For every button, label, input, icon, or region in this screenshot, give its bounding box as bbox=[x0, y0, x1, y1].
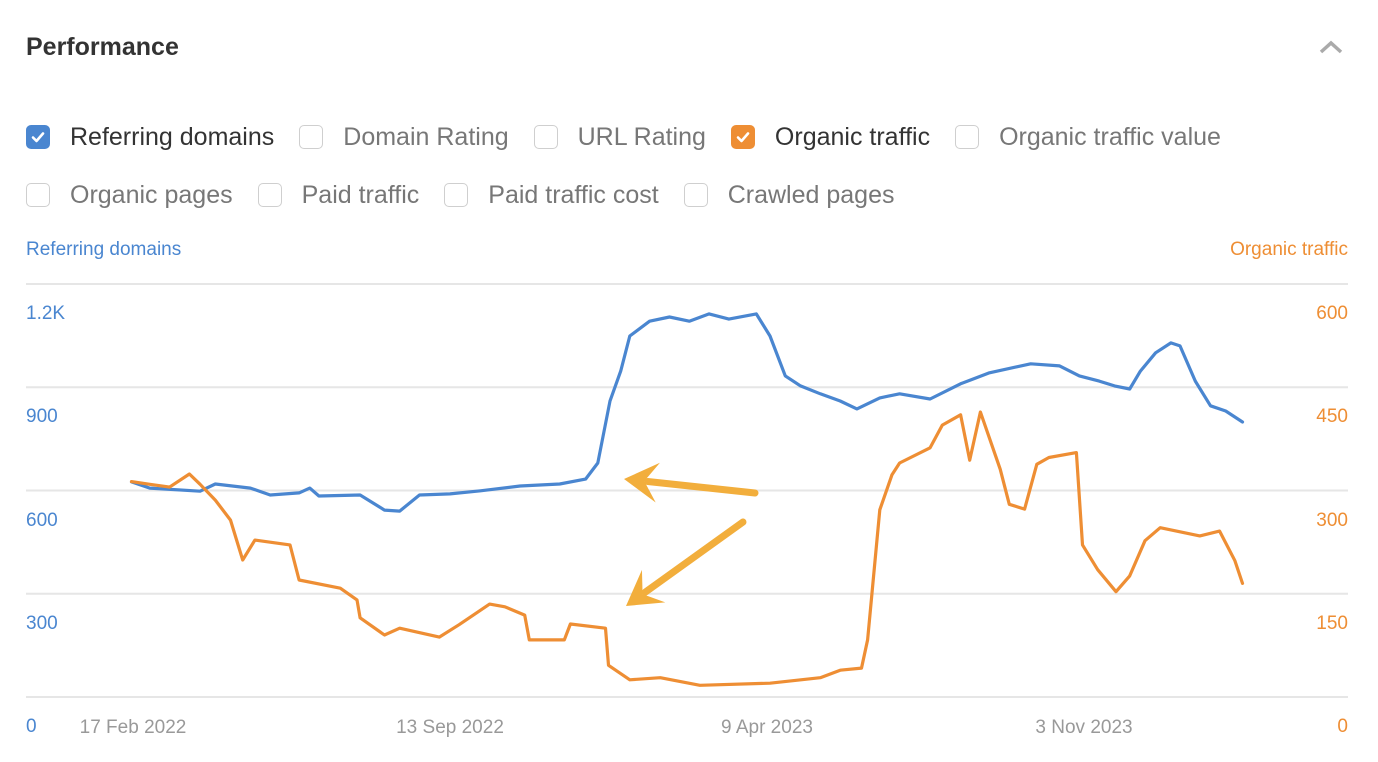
x-axis-tick: 17 Feb 2022 bbox=[79, 717, 187, 738]
right-axis-tick: 0 bbox=[1337, 716, 1348, 737]
left-axis-tick: 1.2K bbox=[26, 303, 66, 324]
right-axis-tick: 300 bbox=[1316, 509, 1348, 531]
series-line-referring-domains bbox=[129, 312, 1245, 513]
left-axis-tick: 900 bbox=[26, 406, 58, 428]
right-axis-title: Organic traffic bbox=[1230, 239, 1348, 260]
series-line-organic-traffic bbox=[129, 410, 1245, 687]
right-axis-tick: 600 bbox=[1316, 303, 1348, 324]
x-axis-tick: 9 Apr 2023 bbox=[721, 717, 813, 738]
left-axis-tick: 600 bbox=[26, 509, 58, 531]
right-axis-tick: 150 bbox=[1316, 612, 1348, 634]
annotation-arrow-referring-domains bbox=[624, 462, 759, 503]
right-axis-tick: 450 bbox=[1316, 406, 1348, 428]
x-axis-tick: 3 Nov 2023 bbox=[1035, 717, 1133, 738]
x-axis-tick: 13 Sep 2022 bbox=[396, 717, 504, 738]
left-axis-tick: 300 bbox=[26, 612, 58, 634]
left-axis-tick: 0 bbox=[26, 716, 37, 737]
left-axis-title: Referring domains bbox=[26, 239, 182, 260]
performance-chart bbox=[26, 283, 1348, 698]
